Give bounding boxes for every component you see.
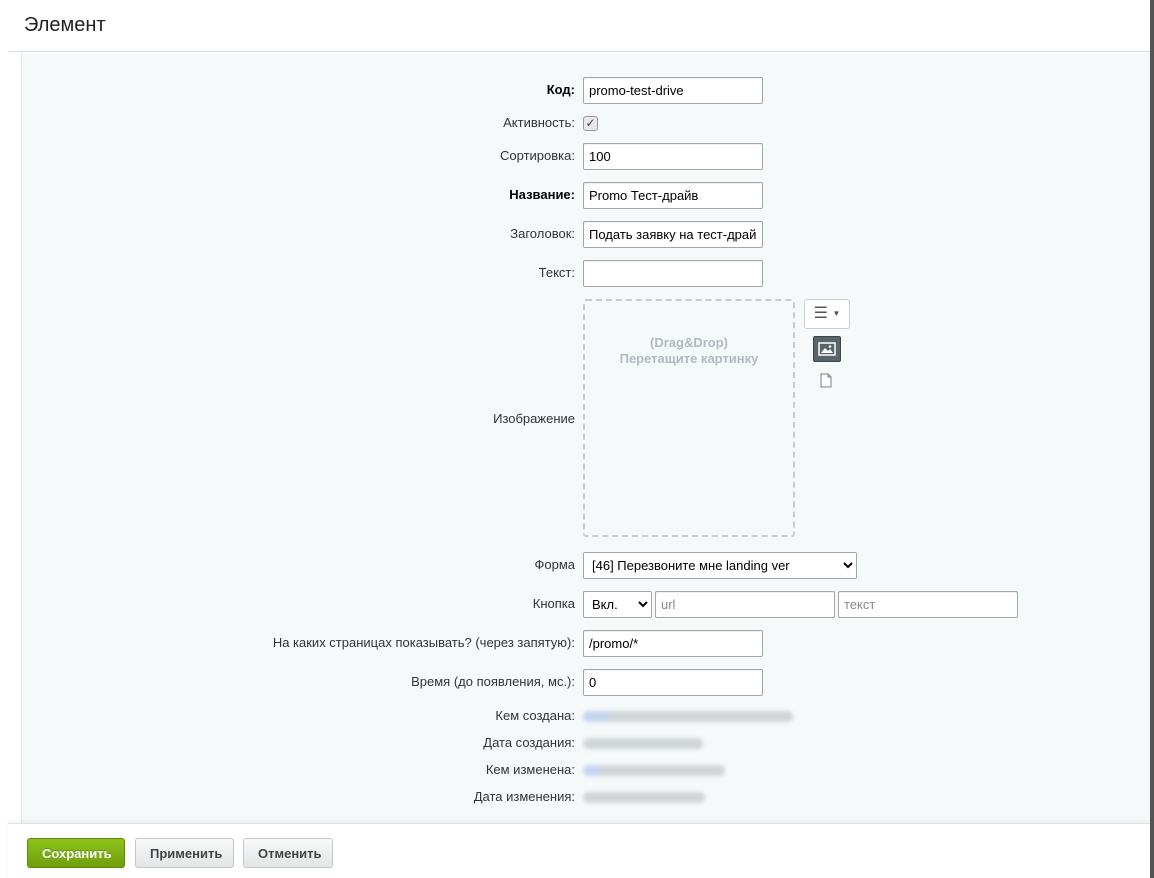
active-label: Активность: xyxy=(503,115,575,130)
dialog-title: Элемент xyxy=(24,14,106,36)
chevron-down-icon: ▼ xyxy=(832,309,841,318)
cancel-button[interactable]: Отменить xyxy=(243,838,333,868)
button-state-select[interactable]: Вкл. xyxy=(583,591,652,618)
modified-by-label: Кем изменена: xyxy=(485,762,575,777)
row-form: Форма [46] Перезвоните мне landing ver xyxy=(22,551,1151,579)
created-at-label: Дата создания: xyxy=(483,735,575,750)
created-at-value-redacted xyxy=(583,738,703,749)
row-active: Активность: ✓ xyxy=(22,109,1151,137)
heading-label: Заголовок: xyxy=(510,226,575,241)
dropzone-hint: (Drag&Drop) xyxy=(650,335,728,350)
checkmark-icon: ✓ xyxy=(585,116,596,130)
image-icon[interactable] xyxy=(813,336,841,362)
row-delay: Время (до появления, мс.): xyxy=(22,668,1151,696)
delay-label: Время (до появления, мс.): xyxy=(411,674,575,689)
code-label: Код: xyxy=(546,82,575,97)
save-button[interactable]: Сохранить xyxy=(27,838,125,868)
text-label: Текст: xyxy=(538,265,575,280)
pages-input[interactable] xyxy=(583,630,763,657)
row-modified-at: Дата изменения: xyxy=(22,783,1151,811)
form-content: Код: Активность: ✓ Сортировка: Название:… xyxy=(21,53,1150,823)
pages-label: На каких страницах показывать? (через за… xyxy=(272,635,575,650)
modified-at-value-redacted xyxy=(583,792,705,803)
title-bar: Элемент xyxy=(8,0,1150,52)
name-label: Название: xyxy=(509,187,575,202)
button-label: Кнопка xyxy=(532,596,575,611)
row-button: Кнопка Вкл. xyxy=(22,590,1151,618)
footer-bar: Сохранить Применить Отменить xyxy=(8,823,1150,878)
image-menu-button[interactable]: ☰ ▼ xyxy=(804,299,850,329)
button-text-input[interactable] xyxy=(838,591,1018,618)
sort-label: Сортировка: xyxy=(500,148,575,163)
row-created-at: Дата создания: xyxy=(22,729,1151,757)
code-input[interactable] xyxy=(583,77,763,104)
name-input[interactable] xyxy=(583,182,763,209)
form-label: Форма xyxy=(534,557,575,572)
image-dropzone[interactable]: (Drag&Drop) Перетащите картинку xyxy=(583,299,795,537)
menu-lines-icon: ☰ xyxy=(813,305,828,323)
left-strip xyxy=(0,0,8,878)
row-pages: На каких страницах показывать? (через за… xyxy=(22,629,1151,657)
row-heading: Заголовок: xyxy=(22,220,1151,248)
delay-input[interactable] xyxy=(583,669,763,696)
created-by-label: Кем создана: xyxy=(495,708,575,723)
active-checkbox[interactable]: ✓ xyxy=(583,116,598,131)
modified-at-label: Дата изменения: xyxy=(473,789,575,804)
text-input[interactable] xyxy=(583,260,763,287)
dropzone-instruction: Перетащите картинку xyxy=(619,351,759,366)
image-label: Изображение xyxy=(493,411,575,426)
row-name: Название: xyxy=(22,181,1151,209)
file-icon[interactable] xyxy=(820,373,832,388)
row-created-by: Кем создана: xyxy=(22,702,1151,730)
form-select[interactable]: [46] Перезвоните мне landing ver xyxy=(583,552,857,579)
modified-by-value-redacted xyxy=(583,765,725,776)
row-code: Код: xyxy=(22,76,1151,104)
button-url-input[interactable] xyxy=(655,591,835,618)
sort-input[interactable] xyxy=(583,143,763,170)
element-dialog: Элемент Код: Активность: ✓ Сортировка: Н… xyxy=(0,0,1154,878)
row-modified-by: Кем изменена: xyxy=(22,756,1151,784)
apply-button[interactable]: Применить xyxy=(135,838,234,868)
heading-input[interactable] xyxy=(583,221,763,248)
row-sort: Сортировка: xyxy=(22,142,1151,170)
row-text: Текст: xyxy=(22,259,1151,287)
created-by-value-redacted xyxy=(583,711,793,722)
